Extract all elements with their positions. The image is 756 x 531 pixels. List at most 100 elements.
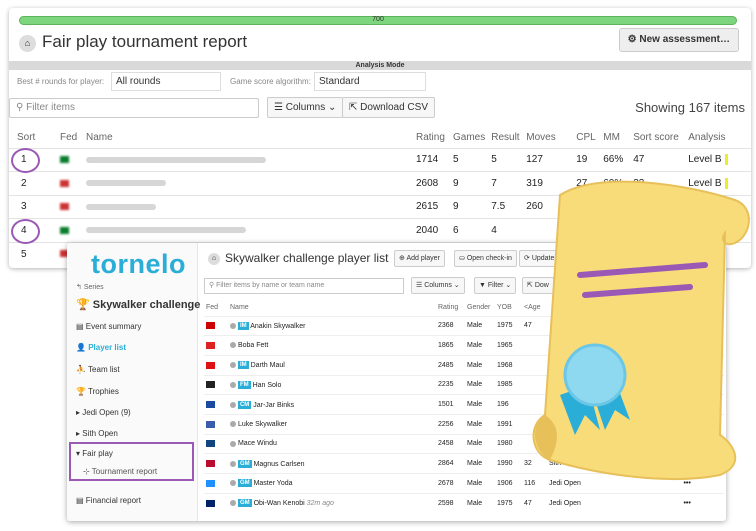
- nav-label: Sith Open: [82, 429, 118, 438]
- col-name[interactable]: Name: [83, 127, 413, 148]
- sidebar-item-sith-open[interactable]: ▸ Sith Open: [76, 429, 118, 438]
- columns-button[interactable]: ☰ Columns ⌄: [411, 277, 465, 294]
- player-filter-input[interactable]: ⚲ Filter items by name or team name: [204, 278, 404, 294]
- sidebar-item-financial-report[interactable]: ▤ Financial report: [76, 496, 141, 505]
- analysis-level: Level B: [688, 154, 728, 166]
- col-yob[interactable]: YOB: [495, 300, 522, 316]
- flag-icon: [204, 394, 228, 415]
- sidebar-item-event-summary[interactable]: ▤ Event summary: [76, 322, 141, 331]
- filter-button[interactable]: ▼ Filter ⌄: [474, 277, 517, 294]
- player-name[interactable]: Boba Fett: [238, 342, 268, 349]
- player-name[interactable]: Anakin Skywalker: [250, 323, 305, 330]
- sidebar-item-trophies[interactable]: 🏆 Trophies: [76, 387, 119, 396]
- columns-label: Columns: [424, 282, 452, 289]
- col-fed[interactable]: Fed: [204, 300, 228, 316]
- player-name-cell[interactable]: Luke Skywalker: [228, 413, 436, 435]
- sort-cell: 2: [9, 171, 57, 195]
- player-name[interactable]: Jar-Jar Binks: [253, 401, 294, 408]
- gender-cell: Male: [465, 453, 495, 474]
- mm-cell: 66%: [600, 147, 631, 172]
- player-filter-placeholder: Filter items by name or team name: [216, 282, 325, 289]
- flag-icon: [204, 335, 228, 356]
- title-badge: GM: [237, 459, 252, 468]
- player-name[interactable]: Master Yoda: [254, 480, 293, 487]
- status-dot: [230, 381, 236, 388]
- open-checkin-button[interactable]: ⛀ Open check-in: [454, 250, 517, 267]
- rating-cell: 2864: [436, 453, 465, 474]
- col-fed[interactable]: Fed: [57, 127, 83, 148]
- player-name-cell[interactable]: CM Jar-Jar Binks: [228, 394, 436, 415]
- player-name-cell[interactable]: IM Anakin Skywalker: [228, 315, 436, 336]
- player-name-cell[interactable]: Boba Fett: [228, 335, 436, 356]
- col-rating[interactable]: Rating: [436, 300, 465, 316]
- col-rating[interactable]: Rating: [413, 127, 450, 148]
- player-name[interactable]: Magnus Carlsen: [254, 461, 305, 468]
- player-name[interactable]: Han Solo: [253, 382, 282, 389]
- sidebar: tornelo ↰ Series 🏆 Skywalker challenge ▤…: [67, 243, 200, 521]
- gear-icon: ⚙: [627, 34, 640, 45]
- add-player-label: Add player: [406, 255, 440, 262]
- algo-input[interactable]: Standard: [314, 72, 426, 91]
- cpl-cell: 19: [573, 147, 601, 172]
- rating-cell: 2458: [436, 433, 465, 454]
- player-name-cell[interactable]: GM Obi-Wan Kenobi 32m ago: [228, 492, 436, 513]
- rating-cell: 2485: [436, 354, 465, 376]
- analysis-mode-header: Analysis Mode: [9, 61, 751, 70]
- yob-cell: 1906: [495, 473, 522, 494]
- best-rounds-input[interactable]: All rounds: [111, 72, 221, 91]
- player-name-cell[interactable]: IM Darth Maul: [228, 354, 436, 376]
- flag-icon: [204, 492, 228, 513]
- player-name[interactable]: Darth Maul: [251, 362, 285, 369]
- flag-icon: [204, 433, 228, 454]
- flag-icon: [204, 315, 228, 336]
- sidebar-item-player-list[interactable]: 👤 Player list: [76, 343, 126, 352]
- player-name[interactable]: Obi-Wan Kenobi: [254, 500, 305, 507]
- fair-play-highlight: [69, 442, 194, 481]
- flag-icon: [204, 413, 228, 435]
- moves-cell: 127: [523, 147, 574, 172]
- columns-button[interactable]: ☰ Columns ⌄: [267, 97, 344, 118]
- table-row[interactable]: 1 1714 5 5 127 19 66% 47 Level B: [9, 147, 751, 172]
- status-dot: [230, 362, 236, 369]
- home-icon[interactable]: ⌂: [19, 35, 36, 52]
- add-player-button[interactable]: ⊕ Add player: [394, 250, 445, 267]
- player-name-cell[interactable]: GM Magnus Carlsen: [228, 453, 436, 474]
- result-cell: 7: [488, 171, 524, 195]
- player-name[interactable]: Luke Skywalker: [238, 421, 287, 428]
- filter-input[interactable]: ⚲ Filter items: [9, 98, 259, 118]
- col-moves[interactable]: Moves: [523, 127, 573, 148]
- player-name[interactable]: Mace Windu: [238, 440, 277, 447]
- col-gender[interactable]: Gender: [465, 300, 495, 316]
- player-name-cell[interactable]: FM Han Solo: [228, 374, 436, 395]
- title-badge: IM: [237, 361, 249, 370]
- gender-cell: Male: [465, 374, 495, 395]
- player-name-cell[interactable]: GM Master Yoda: [228, 473, 436, 494]
- certificate-scroll-illustration: [532, 180, 750, 481]
- player-name-cell[interactable]: Mace Windu: [228, 433, 436, 454]
- filter-placeholder: Filter items: [26, 102, 76, 113]
- col-sort-score[interactable]: Sort score: [630, 127, 685, 148]
- sort-cell: 5: [9, 241, 57, 266]
- home-icon[interactable]: ⌂: [208, 253, 220, 265]
- new-assessment-button[interactable]: ⚙ New assessment…: [618, 28, 739, 52]
- rating-cell: 2040: [413, 218, 450, 242]
- col-cpl[interactable]: CPL: [573, 127, 600, 148]
- games-cell: 5: [450, 147, 489, 172]
- col-sort[interactable]: Sort: [9, 127, 57, 148]
- download-csv-button[interactable]: ⇱ Download CSV: [342, 97, 435, 118]
- nav-label: Trophies: [88, 387, 119, 396]
- sidebar-item-jedi-open[interactable]: ▸ Jedi Open (9): [76, 408, 131, 417]
- col-mm[interactable]: MM: [600, 127, 630, 148]
- search-icon: ⚲: [16, 102, 27, 113]
- flag-icon: [204, 453, 228, 474]
- col-analysis[interactable]: Analysis: [685, 127, 751, 148]
- col-name[interactable]: Name: [228, 300, 436, 316]
- highlight-circle: [11, 219, 40, 244]
- sidebar-item-team-list[interactable]: ⛹ Team list: [76, 365, 120, 374]
- col-games[interactable]: Games: [450, 127, 488, 148]
- status-dot: [230, 401, 236, 408]
- yob-cell: 1975: [495, 315, 522, 336]
- series-link[interactable]: ↰ Series: [76, 283, 104, 291]
- status-dot: [230, 460, 236, 467]
- col-result[interactable]: Result: [488, 127, 523, 148]
